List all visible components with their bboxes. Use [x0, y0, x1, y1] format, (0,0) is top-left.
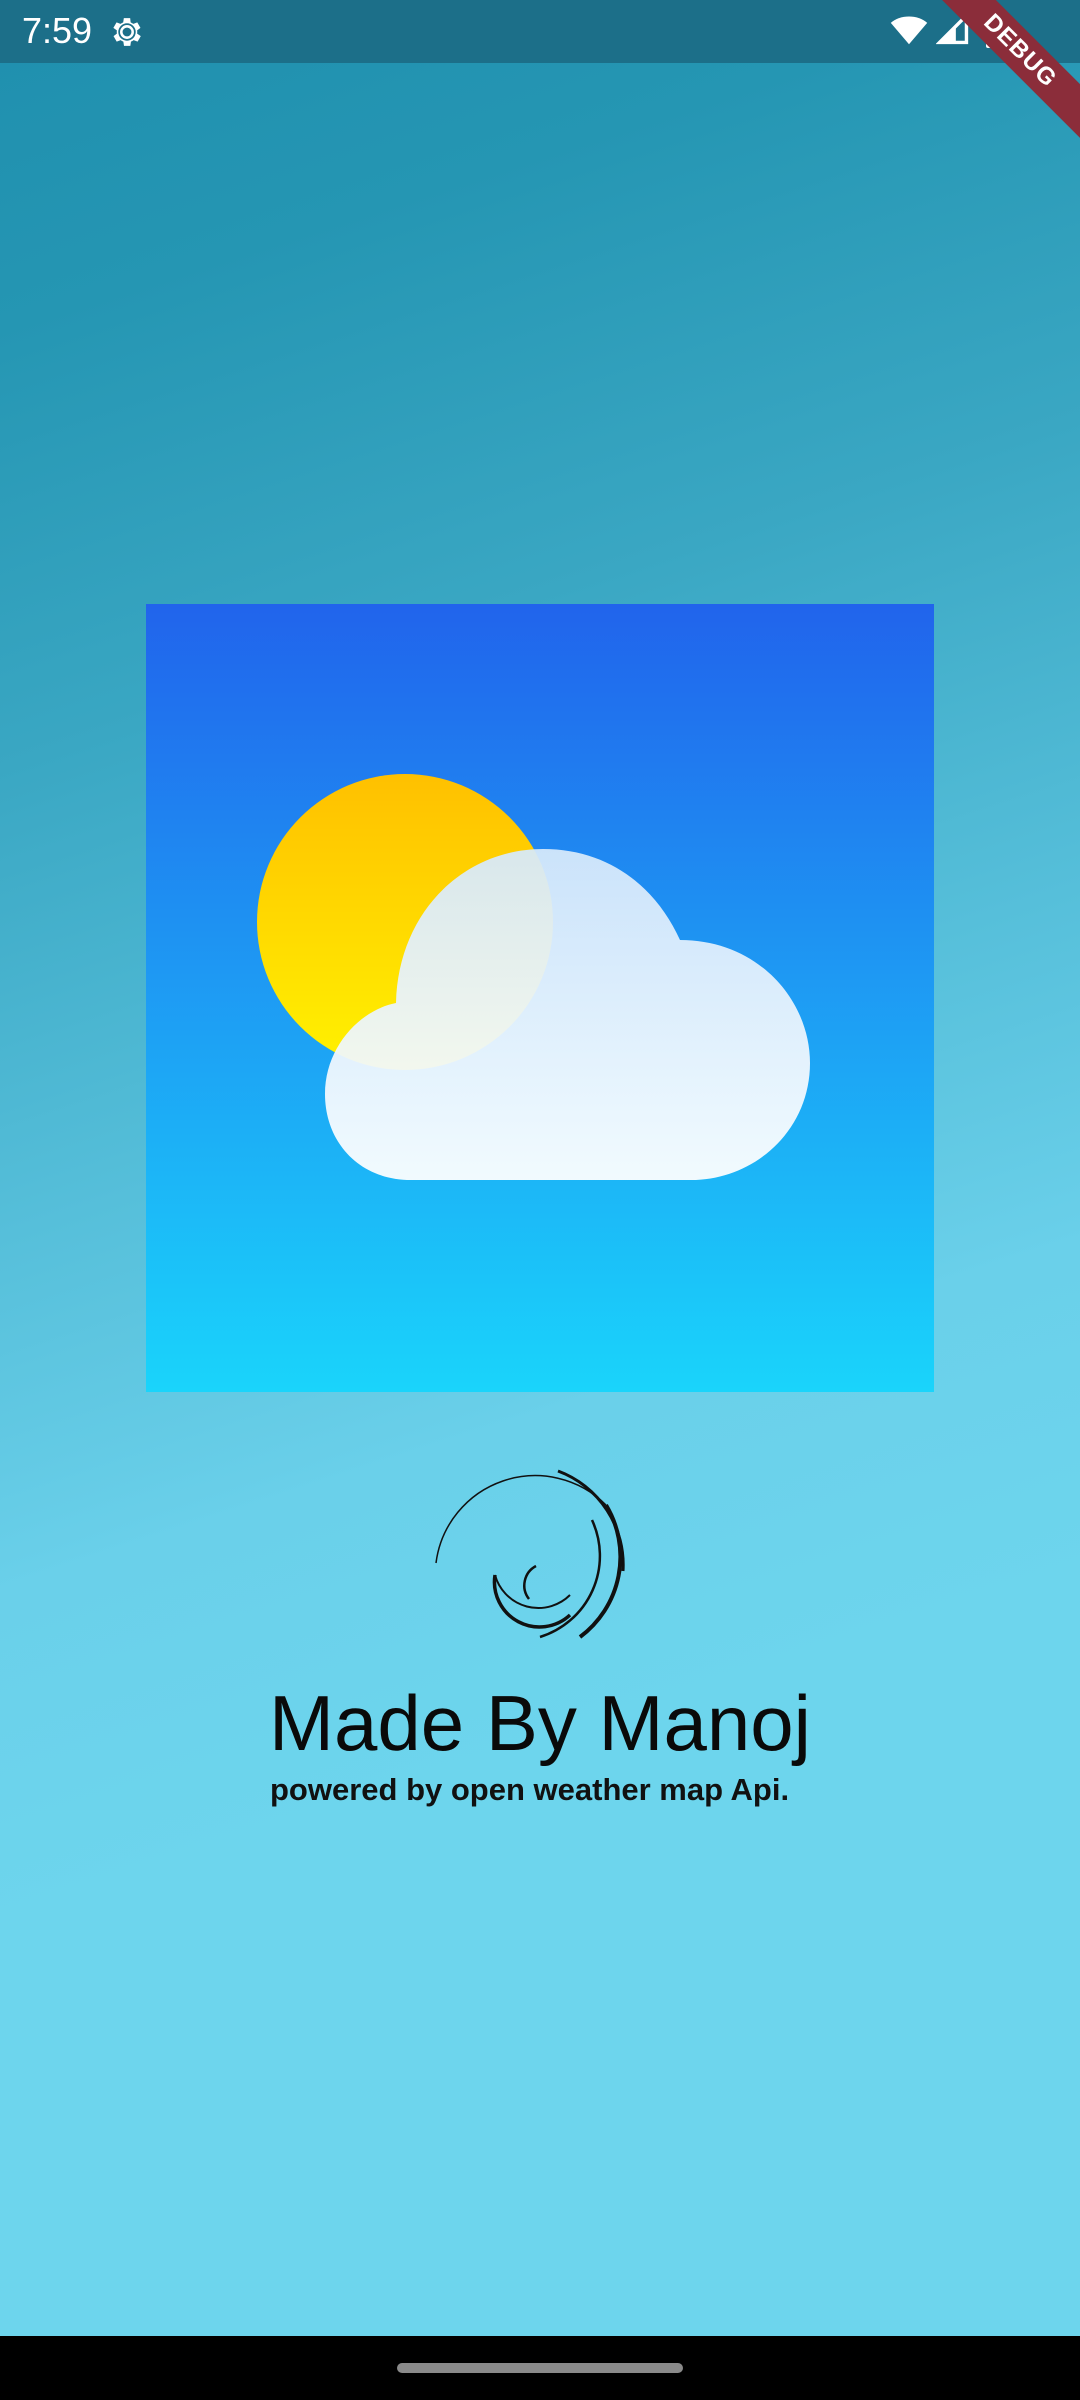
navigation-bar — [0, 2336, 1080, 2400]
splash-screen: 7:59 DEBUG Made By Manoj powered by open… — [0, 0, 1080, 2400]
home-indicator[interactable] — [397, 2363, 683, 2373]
gear-icon — [113, 18, 141, 46]
app-title: Made By Manoj — [269, 1679, 811, 1767]
wifi-icon — [890, 16, 928, 45]
powered-by-text: powered by open weather map Api. — [270, 1772, 790, 1807]
status-time: 7:59 — [22, 10, 93, 51]
sun-behind-cloud-icon — [146, 604, 934, 1392]
status-bar: 7:59 — [0, 0, 1080, 63]
loading-spinner-icon — [435, 1469, 625, 1639]
